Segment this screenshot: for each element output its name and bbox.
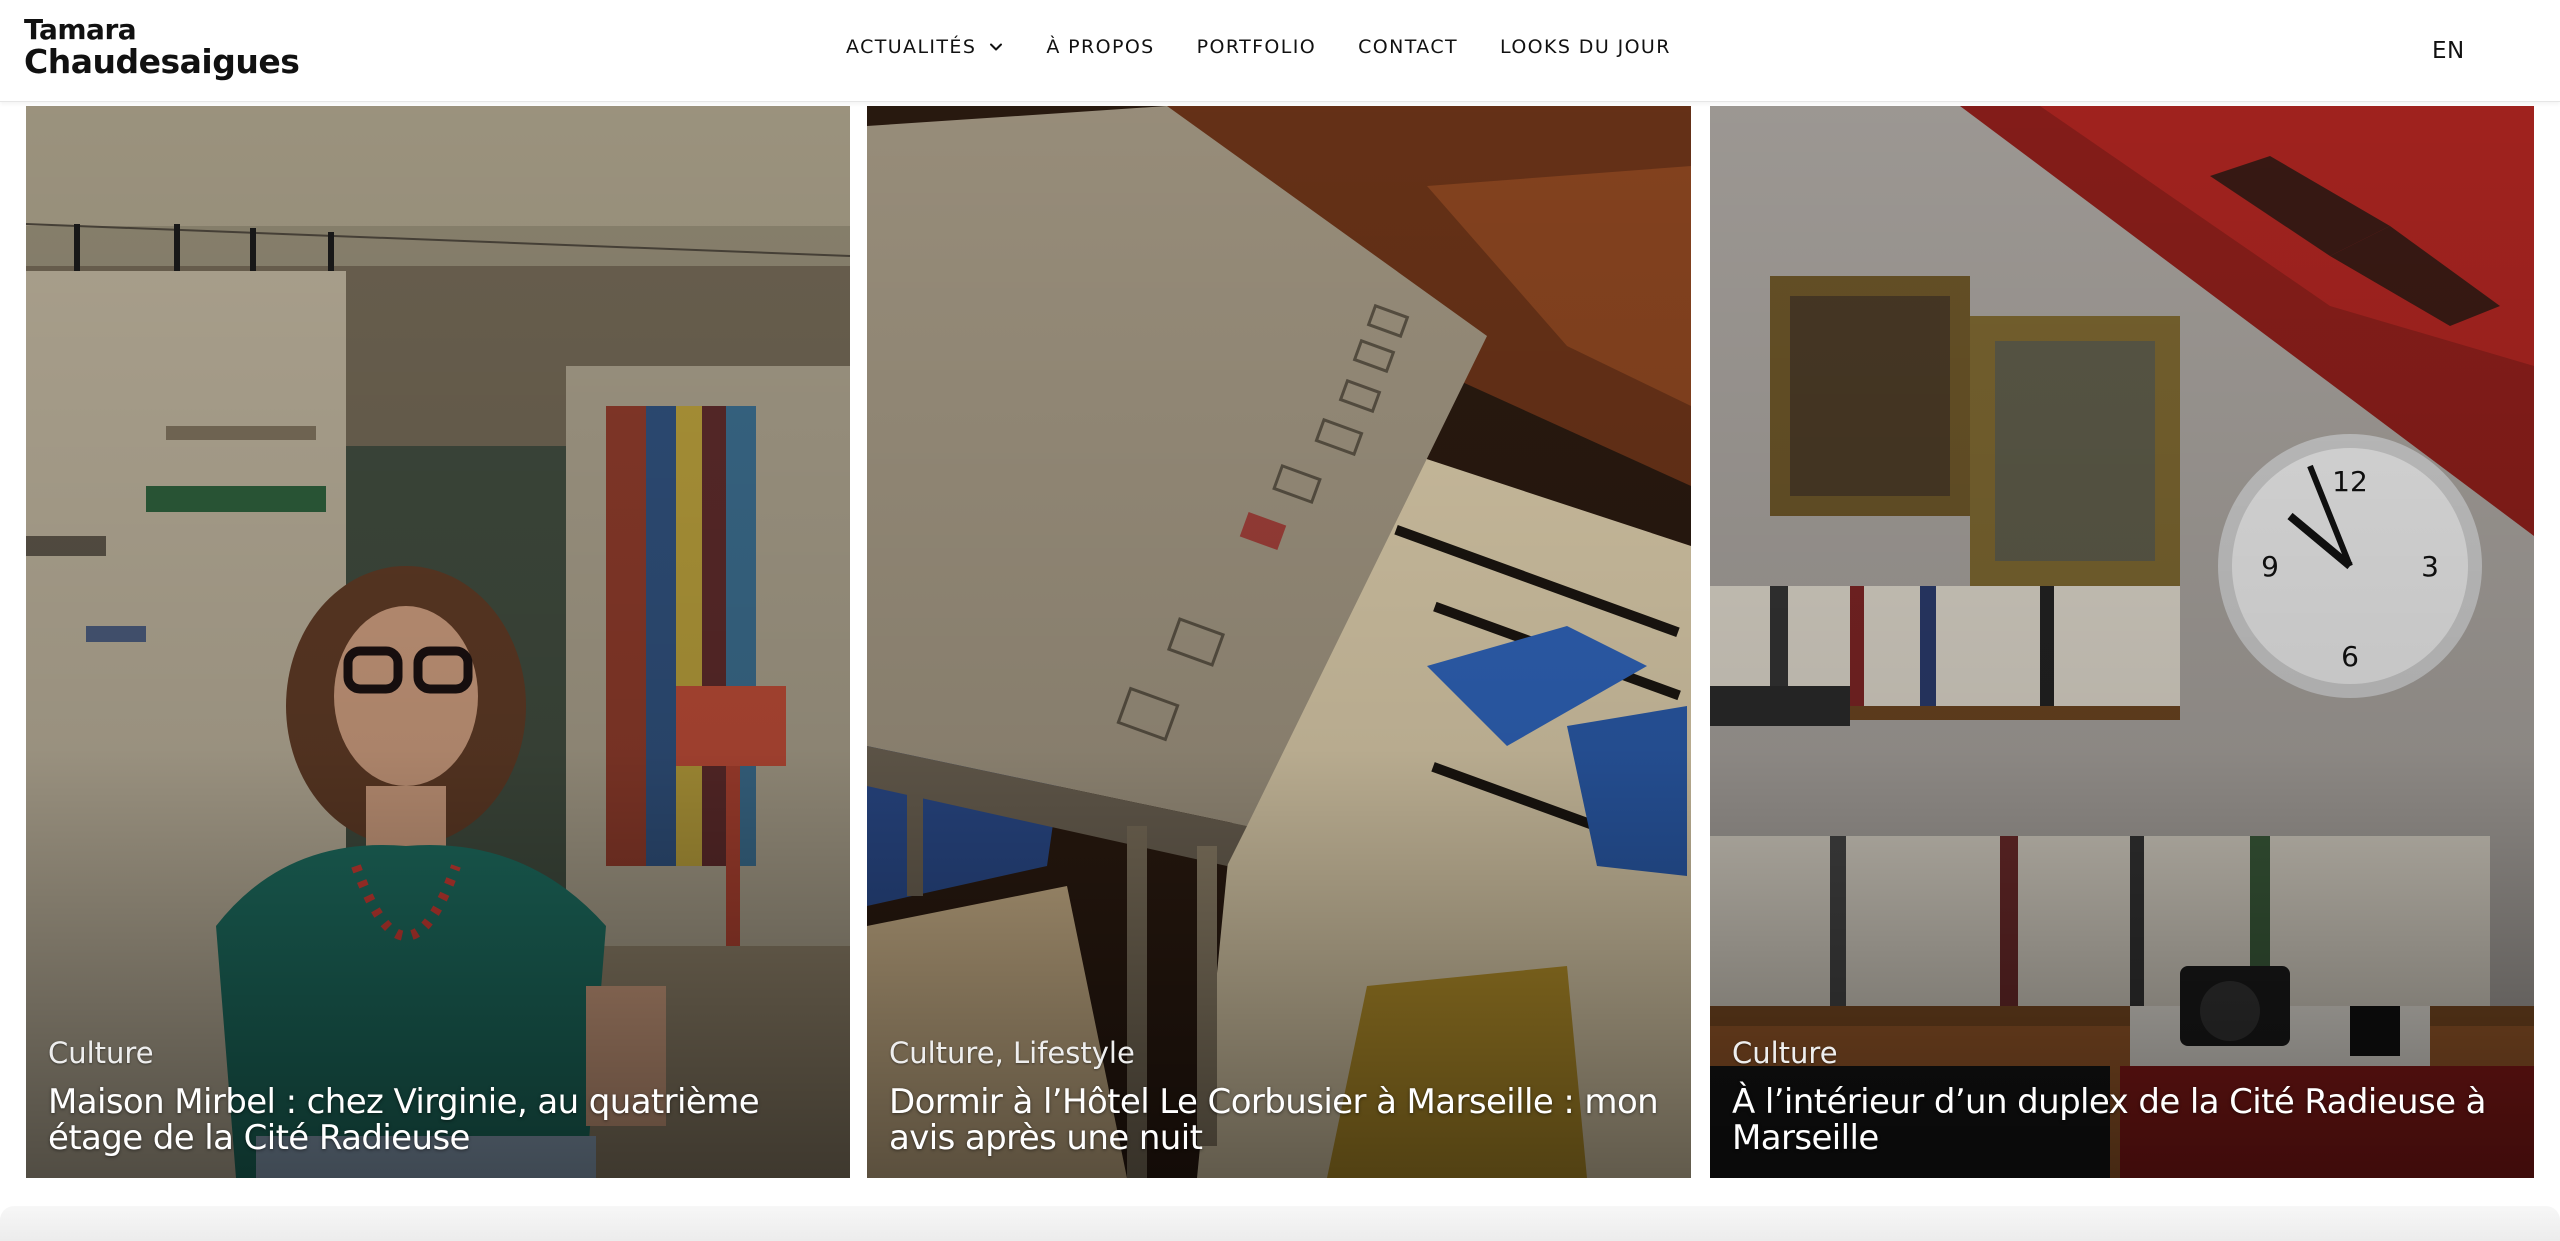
main-nav: ACTUALITÉS À PROPOS PORTFOLIO CONTACT LO…: [846, 36, 1671, 58]
card-category[interactable]: Culture: [1732, 1036, 2512, 1070]
card-title[interactable]: À l’intérieur d’un duplex de la Cité Rad…: [1732, 1084, 2512, 1156]
page-bottom-bar: [0, 1206, 2560, 1241]
article-card-maison-mirbel[interactable]: Culture Maison Mirbel : chez Virginie, a…: [26, 106, 850, 1178]
card-title[interactable]: Dormir à l’Hôtel Le Corbusier à Marseill…: [889, 1084, 1669, 1156]
article-card-hotel-le-corbusier[interactable]: Culture, Lifestyle Dormir à l’Hôtel Le C…: [867, 106, 1691, 1178]
card-title[interactable]: Maison Mirbel : chez Virginie, au quatri…: [48, 1084, 828, 1156]
nav-item-label: CONTACT: [1358, 36, 1459, 58]
card-meta: Culture Maison Mirbel : chez Virginie, a…: [48, 1036, 828, 1156]
nav-item-label: ACTUALITÉS: [846, 36, 977, 58]
image-overlay: [867, 106, 1691, 1178]
nav-item-looks-du-jour[interactable]: LOOKS DU JOUR: [1500, 36, 1671, 58]
nav-item-a-propos[interactable]: À PROPOS: [1046, 36, 1154, 58]
site-logo[interactable]: Tamara Chaudesaigues: [24, 13, 300, 81]
article-card-duplex-cite-radieuse[interactable]: 12 3 6 9: [1710, 106, 2534, 1178]
site-header: Tamara Chaudesaigues ACTUALITÉS À PROPOS…: [0, 0, 2560, 102]
nav-item-contact[interactable]: CONTACT: [1358, 36, 1458, 58]
language-switcher[interactable]: EN: [2432, 38, 2465, 64]
article-grid: Culture Maison Mirbel : chez Virginie, a…: [0, 106, 2560, 1180]
image-overlay: [1710, 106, 2534, 1178]
nav-item-portfolio[interactable]: PORTFOLIO: [1197, 36, 1316, 58]
chevron-down-icon[interactable]: [988, 39, 1004, 55]
nav-item-actualites[interactable]: ACTUALITÉS: [846, 36, 1004, 58]
card-category[interactable]: Culture, Lifestyle: [889, 1036, 1669, 1070]
nav-item-label: À PROPOS: [1046, 36, 1155, 58]
logo-first-name: Tamara: [24, 13, 137, 46]
card-meta: Culture À l’intérieur d’un duplex de la …: [1732, 1036, 2512, 1156]
card-category[interactable]: Culture: [48, 1036, 828, 1070]
nav-item-label: LOOKS DU JOUR: [1500, 36, 1671, 58]
image-overlay: [26, 106, 850, 1178]
logo-last-name: Chaudesaigues: [24, 42, 300, 81]
nav-item-label: PORTFOLIO: [1196, 36, 1317, 58]
card-meta: Culture, Lifestyle Dormir à l’Hôtel Le C…: [889, 1036, 1669, 1156]
